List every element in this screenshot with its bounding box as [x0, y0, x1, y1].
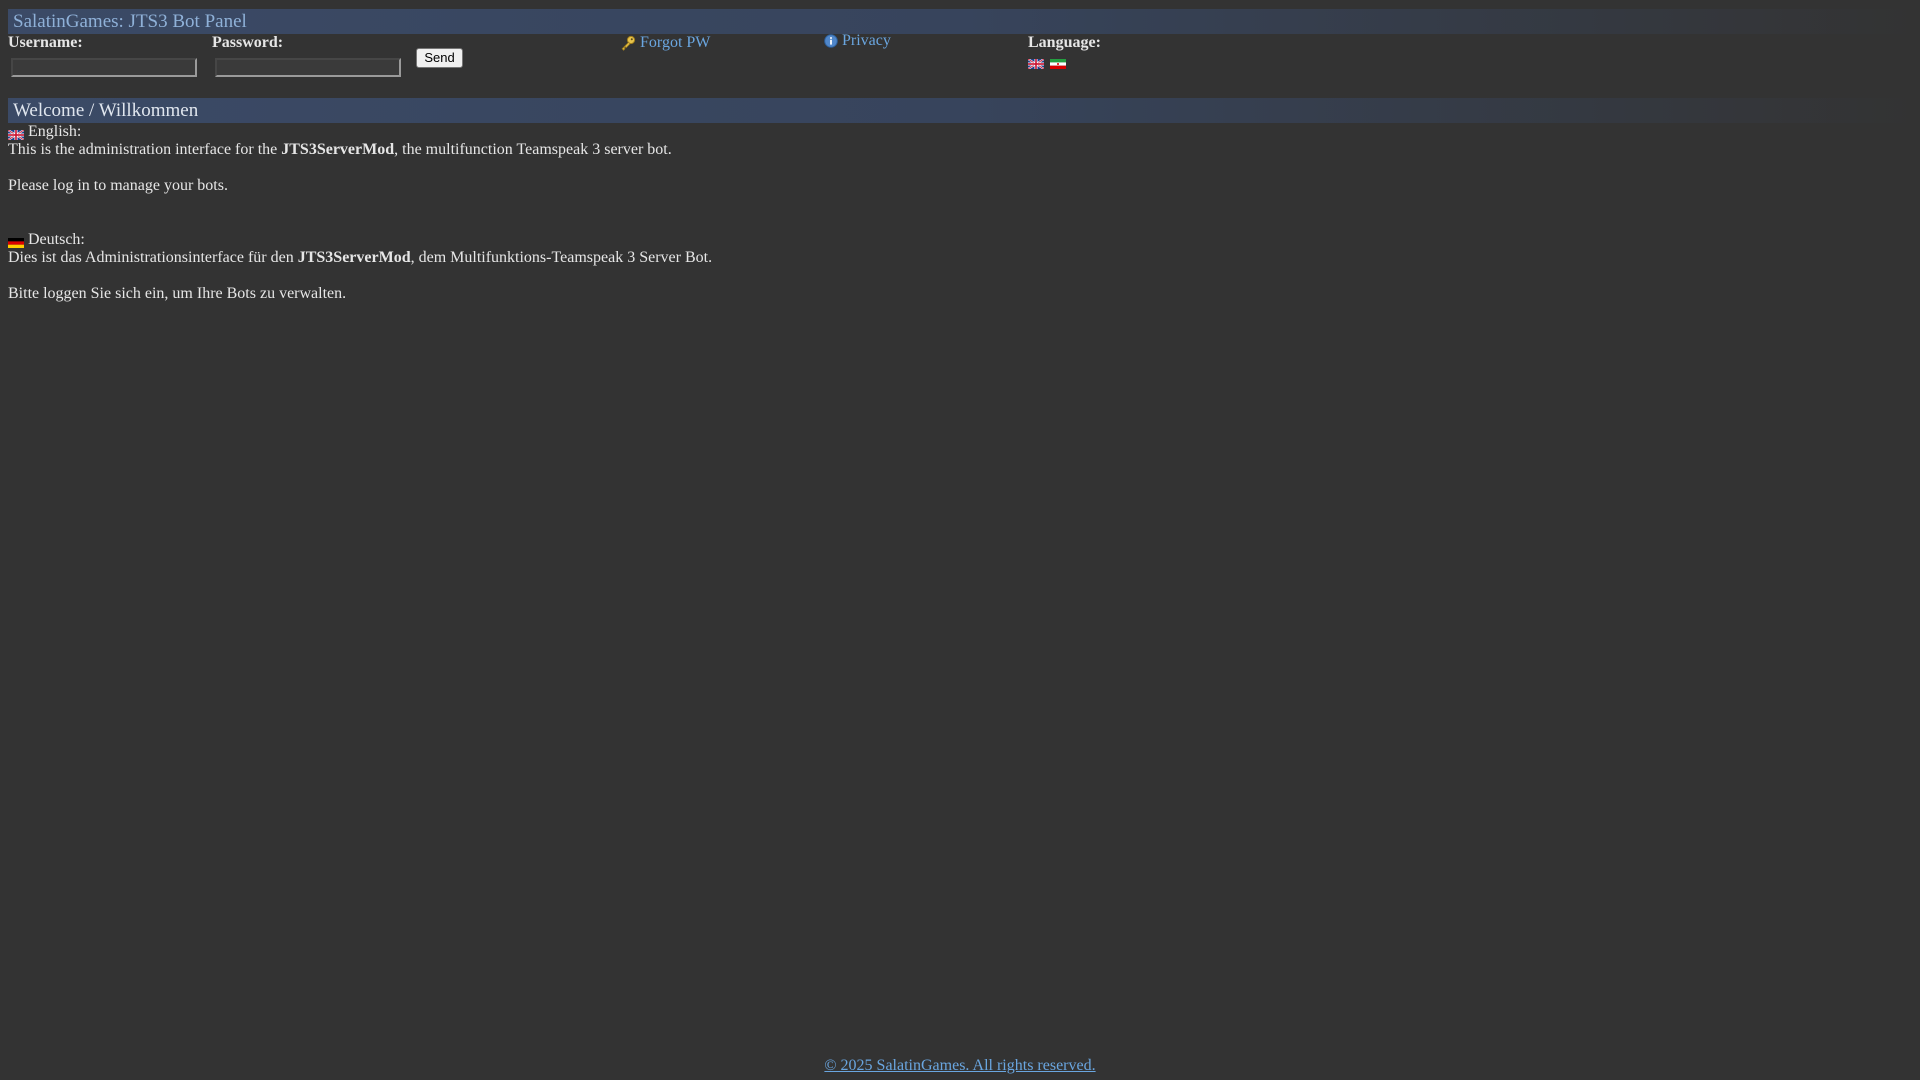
username-label: Username: [8, 34, 83, 51]
deutsch-intro-text: Dies ist das Administrationsinterface fü… [8, 249, 298, 266]
forgot-pw-label: Forgot PW [640, 34, 711, 51]
info-icon [824, 34, 838, 48]
forgot-pw-link[interactable]: Forgot PW [620, 34, 710, 52]
ir-flag-icon[interactable] [1050, 56, 1066, 69]
password-label: Password: [212, 34, 284, 51]
key-icon [620, 35, 636, 51]
deutsch-section-header: Deutsch: [8, 231, 1208, 249]
english-login-prompt: Please log in to manage your bots. [8, 177, 228, 194]
de-flag-icon [8, 235, 24, 248]
english-intro-text: This is the administration interface for… [8, 141, 282, 158]
uk-flag-icon[interactable] [1027, 56, 1045, 70]
english-label: English: [28, 123, 82, 140]
deutsch-intro: Dies ist das Administrationsinterface fü… [8, 249, 1208, 267]
language-selector [1027, 56, 1066, 70]
deutsch-product-name: JTS3ServerMod [297, 249, 411, 266]
send-button[interactable]: Send [416, 48, 463, 68]
language-label: Language: [1028, 34, 1101, 51]
privacy-link[interactable]: Privacy [824, 32, 891, 50]
deutsch-label: Deutsch: [28, 231, 85, 248]
privacy-label: Privacy [842, 32, 891, 49]
page: SalatinGames: JTS3 Bot Panel Username: P… [0, 0, 1920, 1080]
english-section-header: English: [7, 123, 1208, 141]
username-input[interactable] [11, 58, 197, 77]
english-product-name: JTS3ServerMod [281, 141, 395, 158]
deutsch-login-prompt: Bitte loggen Sie sich ein, um Ihre Bots … [8, 285, 347, 302]
login-form: Username: Password: Send Forgot PW Priva… [8, 32, 1208, 84]
password-input[interactable] [215, 58, 401, 77]
deutsch-intro-text-end: , dem Multifunktions-Teamspeak 3 Server … [410, 249, 713, 266]
uk-flag-icon [7, 127, 25, 141]
english-intro-text-end: , the multifunction Teamspeak 3 server b… [394, 141, 672, 158]
footer: © 2025 SalatinGames. All rights reserved… [0, 1057, 1920, 1075]
english-intro: This is the administration interface for… [8, 141, 1208, 159]
copyright-link[interactable]: © 2025 SalatinGames. All rights reserved… [824, 1057, 1095, 1074]
welcome-heading: Welcome / Willkommen [8, 98, 1912, 123]
page-title: SalatinGames: JTS3 Bot Panel [8, 9, 1912, 34]
welcome-content: English: This is the administration inte… [7, 123, 1208, 303]
